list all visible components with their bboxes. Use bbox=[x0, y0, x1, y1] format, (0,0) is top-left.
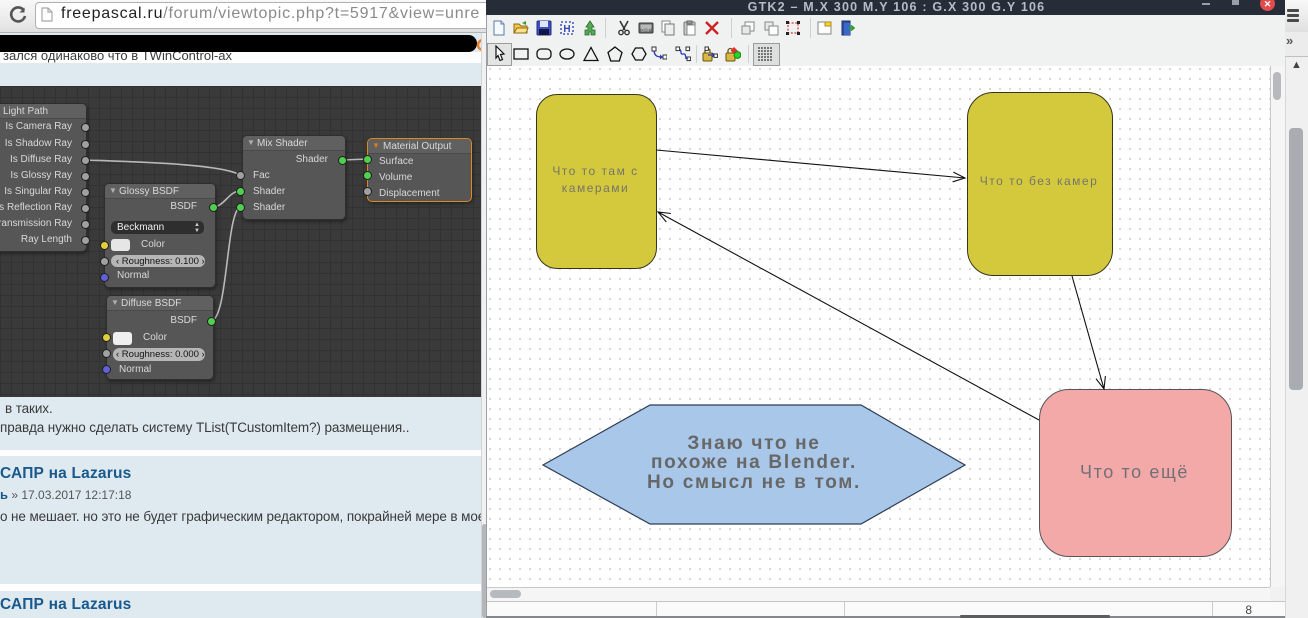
svg-text:H: H bbox=[563, 24, 570, 35]
svg-text:BMP: BMP bbox=[641, 28, 651, 33]
